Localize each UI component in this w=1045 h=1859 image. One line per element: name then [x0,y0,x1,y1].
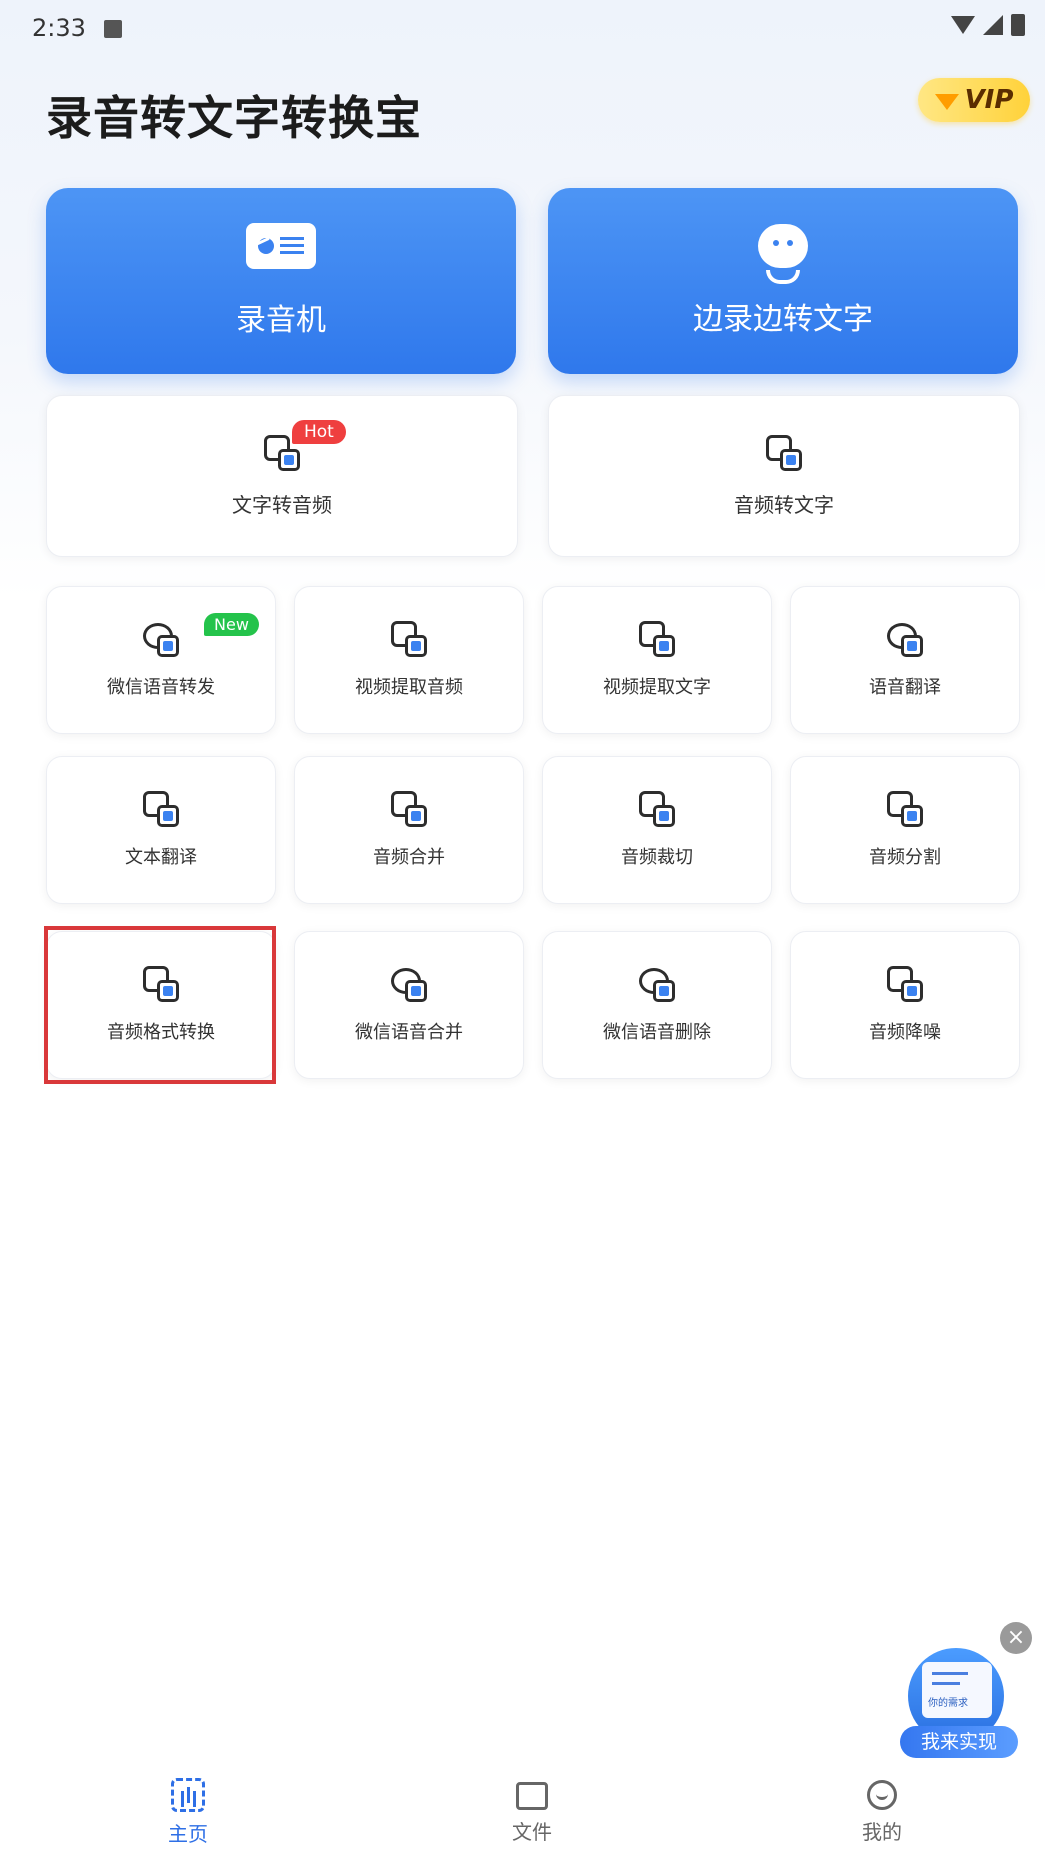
text-to-audio-label: 文字转音频 [232,492,332,517]
audio-split-label: 音频分割 [869,847,941,868]
video-extract-audio-card[interactable]: 视频提取音频 [294,586,524,734]
home-icon [171,1778,205,1812]
video-extract-text-icon [639,621,675,657]
voice-translate-card[interactable]: 语音翻译 [790,586,1020,734]
new-badge: New [204,613,259,636]
close-icon[interactable]: × [1000,1622,1032,1654]
audio-cut-label: 音频裁切 [621,847,693,868]
wechat-delete-card[interactable]: 微信语音删除 [542,931,772,1079]
recorder-label: 录音机 [236,303,326,338]
feedback-floating-button[interactable]: 你的需求 我来实现 [900,1648,1018,1758]
text-to-audio-card[interactable]: 文字转音频 [46,395,518,557]
status-icons [951,14,1025,36]
voice-translate-label: 语音翻译 [869,677,941,698]
microphone-icon [758,224,808,268]
folder-icon [516,1782,548,1810]
nav-profile-label: 我的 [862,1820,902,1844]
wechat-forward-card[interactable]: 微信语音转发 [46,586,276,734]
wechat-merge-label: 微信语音合并 [355,1022,463,1043]
record-transcribe-card[interactable]: 边录边转文字 [548,188,1018,374]
audio-merge-label: 音频合并 [373,847,445,868]
audio-denoise-icon [887,966,923,1002]
video-extract-text-card[interactable]: 视频提取文字 [542,586,772,734]
recorder-card[interactable]: 录音机 [46,188,516,374]
bottom-nav: 主页 文件 我的 [0,1770,1045,1859]
audio-to-text-card[interactable]: 音频转文字 [548,395,1020,557]
nav-files-label: 文件 [512,1820,552,1844]
nav-home-label: 主页 [168,1822,208,1846]
audio-to-text-icon [766,434,802,471]
status-bar: 2:33 [0,0,1045,60]
text-translate-card[interactable]: 文本翻译 [46,756,276,904]
audio-merge-icon [391,791,427,827]
diamond-icon [934,94,959,110]
nav-files[interactable]: 文件 [472,1778,592,1845]
app-title: 录音转文字转换宝 [46,91,422,145]
audio-to-text-label: 音频转文字 [734,492,834,517]
wechat-merge-card[interactable]: 微信语音合并 [294,931,524,1079]
audio-merge-card[interactable]: 音频合并 [294,756,524,904]
audio-cut-icon [639,791,675,827]
wechat-forward-icon [143,621,179,657]
fab-label: 我来实现 [900,1726,1018,1758]
vip-button[interactable]: VIP [918,78,1030,122]
battery-icon [1011,14,1025,36]
wechat-delete-label: 微信语音删除 [603,1022,711,1043]
text-translate-label: 文本翻译 [125,847,197,868]
status-time: 2:33 [32,14,86,42]
fab-top-text: 你的需求 [928,1698,968,1709]
audio-denoise-label: 音频降噪 [869,1022,941,1043]
video-extract-text-label: 视频提取文字 [603,677,711,698]
record-transcribe-label: 边录边转文字 [693,302,873,337]
document-icon [922,1662,992,1718]
audio-split-card[interactable]: 音频分割 [790,756,1020,904]
audio-split-icon [887,791,923,827]
microphone-stand-icon [766,270,800,284]
nav-profile[interactable]: 我的 [822,1778,942,1845]
wechat-forward-label: 微信语音转发 [107,677,215,698]
notification-a-icon [104,20,122,38]
wechat-merge-icon [391,966,427,1002]
selection-highlight [44,926,276,1084]
radio-icon [246,223,316,269]
video-extract-audio-icon [391,621,427,657]
vip-label: VIP [964,85,1014,115]
signal-icon [983,15,1003,35]
text-translate-icon [143,791,179,827]
nav-home[interactable]: 主页 [128,1778,248,1847]
audio-denoise-card[interactable]: 音频降噪 [790,931,1020,1079]
wechat-delete-icon [639,966,675,1002]
voice-translate-icon [887,621,923,657]
video-extract-audio-label: 视频提取音频 [355,677,463,698]
audio-cut-card[interactable]: 音频裁切 [542,756,772,904]
wifi-icon [951,16,975,34]
hot-badge: Hot [292,420,346,444]
profile-icon [867,1780,897,1810]
